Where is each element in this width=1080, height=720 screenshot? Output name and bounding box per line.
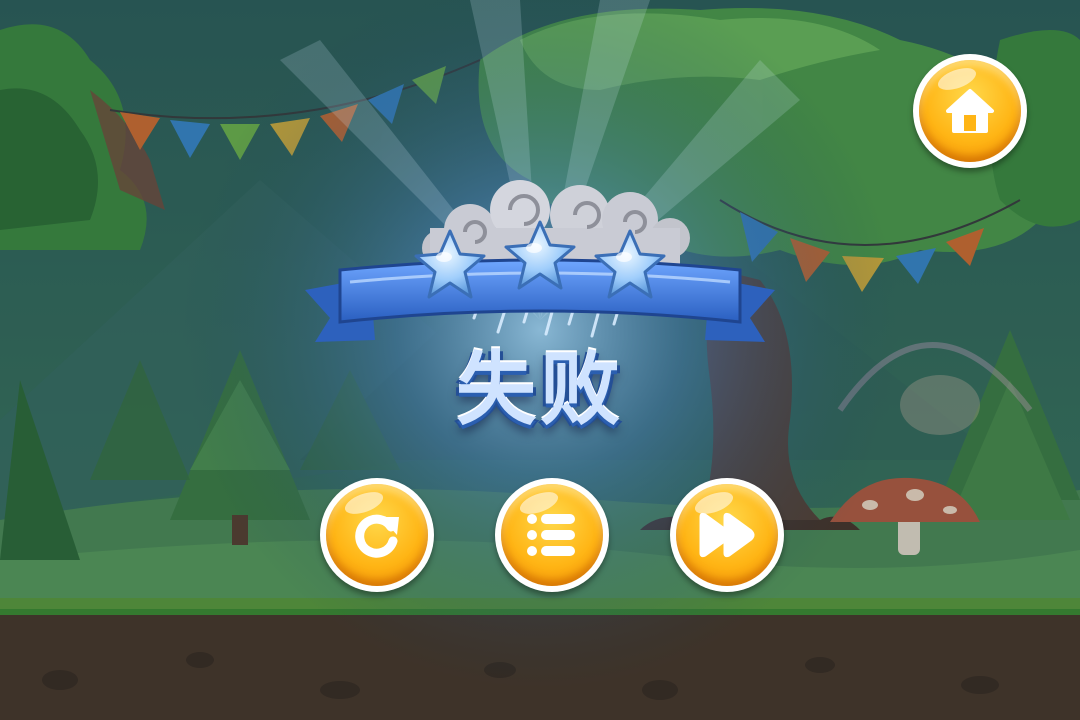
home-button[interactable] <box>913 54 1027 168</box>
next-level-button[interactable] <box>670 478 784 592</box>
home-icon <box>946 89 994 133</box>
next-level-icon <box>699 512 755 558</box>
level-menu-button[interactable] <box>495 478 609 592</box>
replay-icon <box>355 514 399 558</box>
result-title: 失败 <box>456 343 624 436</box>
replay-button[interactable] <box>320 478 434 592</box>
level-list-icon <box>527 514 575 556</box>
